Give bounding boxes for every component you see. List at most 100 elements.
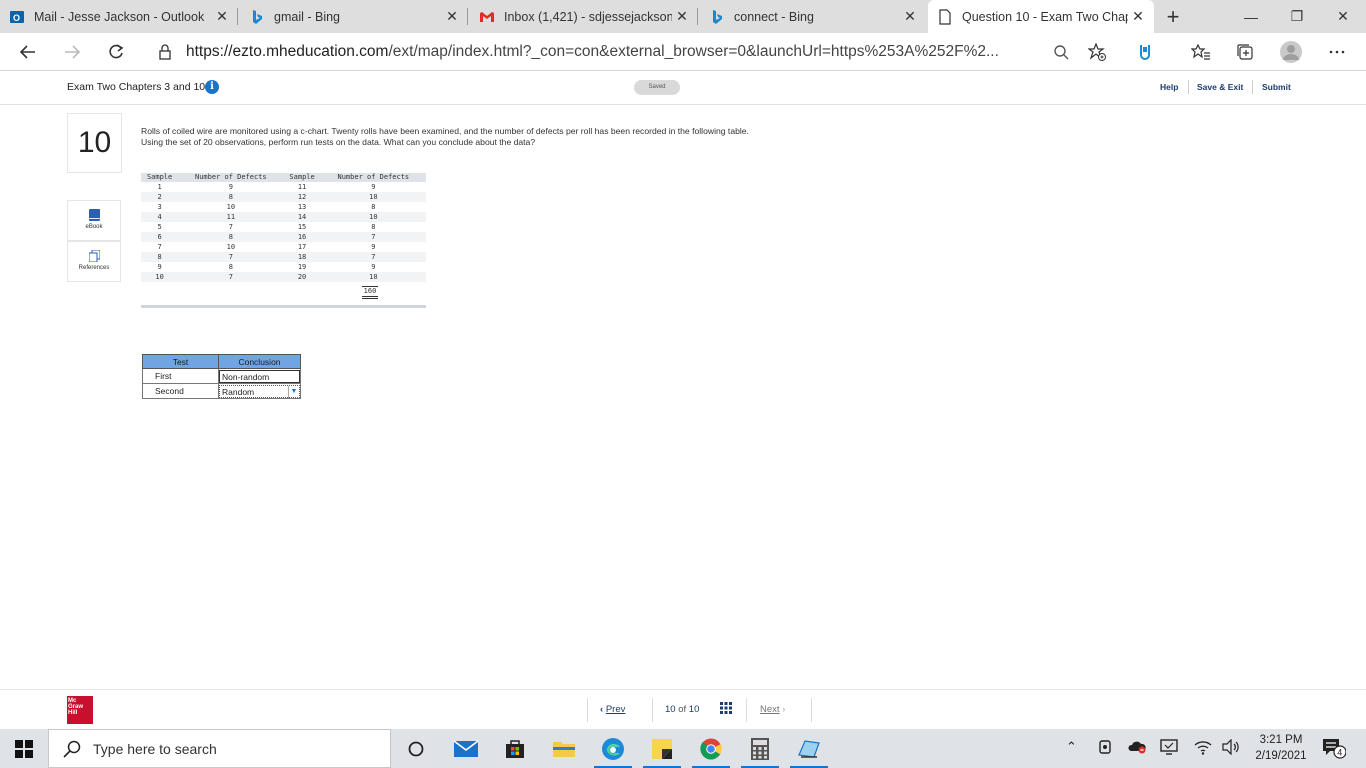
task-view-button[interactable]: [393, 732, 439, 765]
table-cell: 8: [371, 203, 376, 211]
table-row: 5 7 15 8: [141, 222, 426, 232]
back-button[interactable]: [14, 39, 42, 65]
close-tab-icon[interactable]: ✕: [672, 8, 692, 25]
tab-question-10[interactable]: Question 10 - Exam Two Chapt ✕: [928, 0, 1154, 33]
table-cell: 7: [178, 252, 284, 262]
info-icon[interactable]: i: [205, 80, 219, 94]
volume-icon[interactable]: [1222, 738, 1240, 758]
calculator-app-button[interactable]: [737, 732, 783, 768]
minimize-button[interactable]: —: [1228, 0, 1274, 33]
tab-outlook[interactable]: O Mail - Jesse Jackson - Outlook ✕: [0, 0, 238, 33]
onedrive-icon[interactable]: [1128, 740, 1146, 757]
tab-gmail-inbox[interactable]: Inbox (1,421) - sdjessejackson@ ✕: [470, 0, 698, 33]
exam-title: Exam Two Chapters 3 and 10: [67, 81, 206, 93]
zoom-icon[interactable]: [1050, 41, 1072, 63]
references-label: References: [78, 265, 110, 271]
close-tab-icon[interactable]: ✕: [900, 8, 920, 25]
favorites-icon[interactable]: [1190, 41, 1212, 63]
conclusion-first-input[interactable]: Non-random: [219, 369, 300, 383]
meet-now-icon[interactable]: [1098, 738, 1112, 759]
profile-avatar-icon[interactable]: [1280, 41, 1302, 63]
table-row: 1 9 11 9: [141, 182, 426, 192]
add-favorite-icon[interactable]: [1086, 41, 1108, 63]
submit-button[interactable]: Submit: [1262, 82, 1291, 92]
ebook-label: eBook: [85, 224, 103, 230]
close-tab-icon[interactable]: ✕: [442, 8, 462, 25]
wifi-icon[interactable]: [1194, 739, 1212, 758]
new-tab-button[interactable]: +: [1160, 4, 1186, 30]
chevron-down-icon[interactable]: ▼: [288, 385, 299, 398]
snip-sketch-icon: [798, 739, 820, 758]
chevron-up-icon[interactable]: ⌃: [1066, 739, 1077, 755]
next-button[interactable]: Next ›: [760, 704, 785, 715]
references-button[interactable]: References: [67, 241, 121, 282]
table-cell: 7: [178, 272, 284, 282]
table-cell: 17: [297, 243, 307, 251]
close-tab-icon[interactable]: ✕: [212, 8, 232, 25]
collections-icon[interactable]: [1234, 41, 1256, 63]
table-row: Second Random ▼: [142, 383, 301, 399]
extension-icon[interactable]: [1134, 41, 1156, 63]
page-icon: [937, 8, 953, 25]
start-button[interactable]: [0, 729, 48, 768]
edge-app-button[interactable]: [590, 732, 636, 768]
table-cell: 8: [141, 252, 179, 262]
column-header: Number of Defects: [178, 173, 284, 182]
defects-table: Sample Number of Defects Sample Number o…: [141, 173, 426, 282]
page-total: 10: [688, 704, 700, 715]
table-cell: 14: [283, 212, 321, 222]
tab-title: gmail - Bing: [274, 9, 340, 24]
test-label: First: [142, 368, 219, 384]
chevron-right-icon: ›: [782, 704, 786, 715]
grid-view-button[interactable]: [720, 702, 732, 717]
restore-button[interactable]: ❐: [1274, 0, 1320, 33]
conclusion-second-select[interactable]: Random ▼: [219, 384, 300, 398]
browser-tab-strip: O Mail - Jesse Jackson - Outlook ✕ gmail…: [0, 0, 1366, 33]
mail-app-button[interactable]: [443, 732, 489, 765]
table-cell: 10: [320, 272, 426, 282]
display-icon[interactable]: [1160, 739, 1178, 758]
forward-button[interactable]: [58, 39, 86, 65]
table-cell: 9: [371, 243, 376, 251]
table-header-row: Test Conclusion: [142, 354, 301, 369]
table-cell: 2: [141, 192, 179, 202]
bing-icon: [709, 9, 725, 25]
help-button[interactable]: Help: [1160, 82, 1178, 92]
tab-gmail-bing[interactable]: gmail - Bing ✕: [240, 0, 468, 33]
table-scrollbar[interactable]: [141, 305, 426, 308]
tab-title: Mail - Jesse Jackson - Outlook: [34, 9, 205, 24]
refresh-button[interactable]: [102, 39, 130, 65]
gmail-icon: [479, 9, 495, 25]
save-exit-button[interactable]: Save & Exit: [1197, 82, 1243, 92]
chevron-left-icon: ‹: [600, 704, 604, 715]
table-cell: 10: [226, 203, 236, 211]
file-explorer-button[interactable]: [541, 732, 587, 765]
chrome-app-button[interactable]: [688, 732, 734, 768]
notifications-button[interactable]: 4: [1322, 737, 1347, 762]
ebook-button[interactable]: eBook: [67, 200, 121, 241]
prev-button[interactable]: ‹ Prev: [600, 704, 625, 715]
table-cell: 10: [226, 243, 236, 251]
sticky-notes-button[interactable]: [639, 732, 685, 768]
more-menu-icon[interactable]: [1326, 41, 1348, 63]
table-cell: 10: [141, 272, 179, 282]
tab-connect-bing[interactable]: connect - Bing ✕: [700, 0, 926, 33]
question-number: 10: [67, 113, 122, 173]
url-field[interactable]: https://ezto.mheducation.com/ext/map/ind…: [146, 37, 1114, 67]
table-cell: 9: [228, 183, 233, 191]
snip-app-button[interactable]: [786, 732, 832, 768]
edge-icon: [602, 737, 624, 760]
close-tab-icon[interactable]: ✕: [1128, 8, 1148, 25]
exam-footer: Mc Graw Hill ‹ Prev 10 of 10 Next ›: [0, 689, 1366, 729]
taskbar-search-box[interactable]: Type here to search: [48, 729, 391, 768]
conclusion-cell: Non-random: [218, 368, 301, 384]
table-cell: 4: [141, 212, 179, 222]
store-app-button[interactable]: [492, 732, 538, 765]
windows-logo-icon: [15, 739, 33, 758]
grid-icon: [720, 702, 732, 714]
taskbar-clock[interactable]: 3:21 PM 2/19/2021: [1246, 732, 1316, 764]
close-window-button[interactable]: ✕: [1320, 0, 1366, 33]
book-icon: [88, 209, 100, 221]
table-cell: 11: [178, 212, 284, 222]
column-header: Test: [142, 354, 219, 369]
